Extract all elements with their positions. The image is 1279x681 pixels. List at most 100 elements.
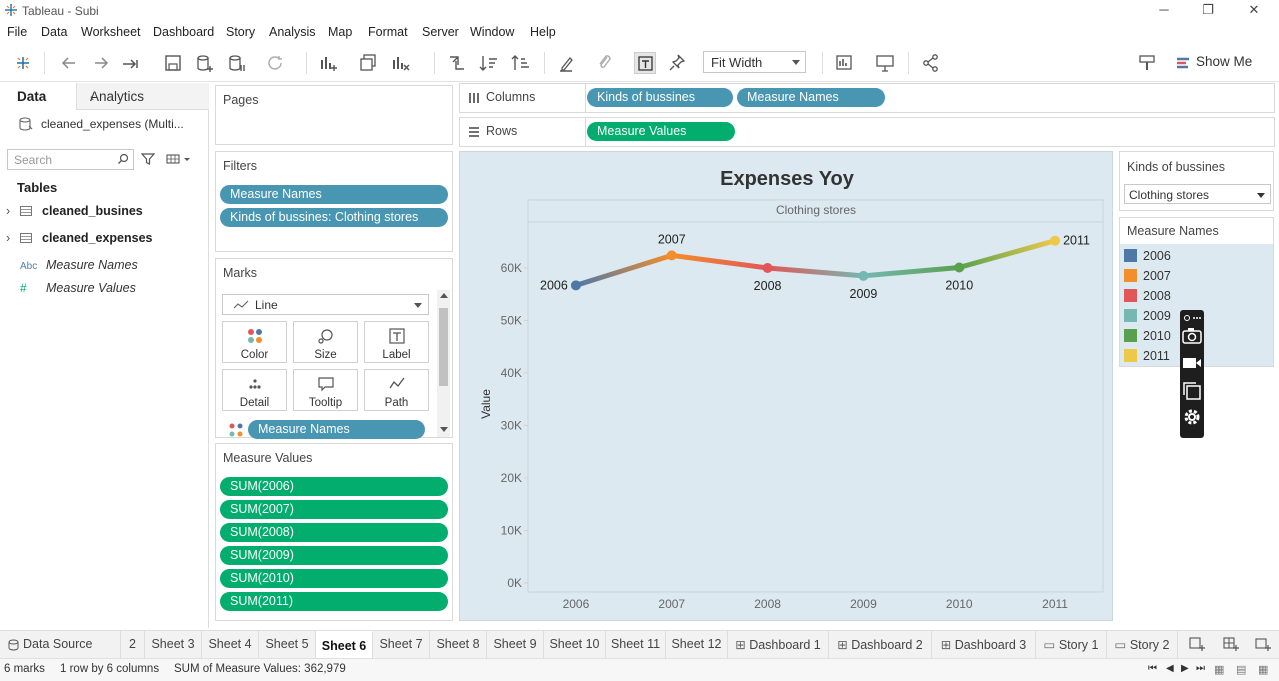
tab-dashboard-3[interactable]: ⊞ Dashboard 3 [932, 631, 1036, 658]
group-members-icon[interactable] [594, 52, 616, 74]
columns-pill-measure-names[interactable]: Measure Names [737, 88, 885, 107]
tab-sheet-2[interactable]: 2 [121, 631, 145, 658]
menu-analysis[interactable]: Analysis [269, 25, 316, 39]
chevron-right-icon[interactable]: › [6, 231, 18, 245]
redo-icon[interactable] [90, 52, 112, 74]
new-worksheet-icon[interactable] [318, 52, 340, 74]
fix-axes-icon[interactable] [666, 52, 688, 74]
legend-item-2011[interactable]: 2011 [1124, 349, 1170, 363]
filter-icon[interactable] [141, 152, 155, 166]
marks-label-button[interactable]: Label [364, 321, 429, 363]
measure-pill[interactable]: SUM(2006) [220, 477, 448, 496]
search-input[interactable]: Search [7, 149, 134, 170]
pause-updates-icon[interactable] [226, 52, 248, 74]
tab-sheet-11[interactable]: Sheet 11 [606, 631, 666, 658]
tab-sheet-6[interactable]: Sheet 6 [316, 631, 373, 659]
previous-sheet-icon[interactable]: ◀ [1166, 663, 1174, 674]
chevron-down-icon[interactable] [440, 427, 448, 432]
datasource-name[interactable]: cleaned_expenses (Multi... [41, 117, 184, 131]
new-datasource-icon[interactable] [194, 52, 216, 74]
scroll-thumb[interactable] [439, 308, 448, 386]
tab-sheet-8[interactable]: Sheet 8 [430, 631, 487, 658]
menu-data[interactable]: Data [41, 25, 67, 39]
filter-pill-kinds-of-bussines[interactable]: Kinds of bussines: Clothing stores [220, 208, 448, 227]
new-worksheet-button[interactable] [1182, 631, 1212, 658]
show-cards-icon[interactable] [834, 52, 856, 74]
refresh-icon[interactable] [264, 52, 286, 74]
marks-tooltip-button[interactable]: Tooltip [293, 369, 358, 411]
measure-pill[interactable]: SUM(2009) [220, 546, 448, 565]
line-segment[interactable] [956, 238, 1058, 270]
show-me-icon[interactable] [1172, 52, 1189, 74]
tab-data-source[interactable]: Data Source [0, 631, 121, 658]
sort-descending-icon[interactable] [510, 52, 532, 74]
chevron-up-icon[interactable] [440, 293, 448, 298]
duplicate-sheet-icon[interactable] [358, 52, 380, 74]
menu-server[interactable]: Server [422, 25, 459, 39]
chevron-right-icon[interactable]: › [6, 204, 18, 218]
line-segment[interactable] [860, 264, 962, 279]
tab-sheet-5[interactable]: Sheet 5 [259, 631, 316, 658]
tab-sheet-12[interactable]: Sheet 12 [666, 631, 728, 658]
columns-pill-kinds-of-bussines[interactable]: Kinds of bussines [587, 88, 733, 107]
replay-icon[interactable] [120, 52, 142, 74]
field-measure-values[interactable]: # Measure Values [20, 281, 136, 295]
columns-shelf[interactable]: Columns Kinds of bussines Measure Names [459, 83, 1275, 113]
data-point[interactable] [570, 280, 581, 291]
highlight-icon[interactable] [556, 52, 578, 74]
menu-story[interactable]: Story [226, 25, 255, 39]
marks-pill-measure-names[interactable]: Measure Names [248, 420, 425, 439]
tab-sheet-9[interactable]: Sheet 9 [487, 631, 544, 658]
menu-file[interactable]: File [7, 25, 27, 39]
tab-story-1[interactable]: ▭ Story 1 [1036, 631, 1107, 658]
film-strip-icon[interactable]: ▦ [1214, 663, 1224, 676]
legend-item-2008[interactable]: 2008 [1124, 289, 1171, 303]
tab-dashboard-1[interactable]: ⊞ Dashboard 1 [728, 631, 829, 658]
window-capture-icon[interactable] [1182, 381, 1202, 401]
undo-icon[interactable] [58, 52, 80, 74]
marks-size-button[interactable]: Size [293, 321, 358, 363]
last-sheet-icon[interactable]: ⏭ [1196, 663, 1205, 674]
gear-icon[interactable] [1182, 407, 1202, 427]
worksheet-view[interactable]: Expenses Yoy Clothing stores Value 0K 10K… [459, 151, 1113, 621]
tab-data[interactable]: Data [0, 83, 76, 110]
swap-icon[interactable] [446, 52, 468, 74]
view-options-icon[interactable] [166, 153, 190, 165]
data-point[interactable] [954, 262, 965, 273]
next-sheet-icon[interactable]: ▶ [1181, 663, 1189, 674]
tab-sheet-4[interactable]: Sheet 4 [202, 631, 259, 658]
tableau-home-icon[interactable] [12, 52, 34, 74]
data-point[interactable] [1050, 235, 1061, 246]
data-point[interactable] [858, 270, 869, 281]
marks-detail-button[interactable]: Detail [222, 369, 287, 411]
data-point[interactable] [666, 250, 677, 261]
data-point[interactable] [762, 263, 773, 273]
video-icon[interactable] [1182, 355, 1202, 371]
marks-path-button[interactable]: Path [364, 369, 429, 411]
new-story-button[interactable] [1248, 631, 1278, 658]
close-icon[interactable]: ✕ [1244, 2, 1264, 18]
more-icon[interactable] [1183, 313, 1201, 323]
minimize-icon[interactable]: ─ [1154, 2, 1174, 17]
measure-pill[interactable]: SUM(2007) [220, 500, 448, 519]
new-dashboard-button[interactable] [1216, 631, 1246, 658]
tab-story-2[interactable]: ▭ Story 2 [1107, 631, 1178, 658]
rows-shelf[interactable]: Rows Measure Values [459, 117, 1275, 147]
tab-sheet-3[interactable]: Sheet 3 [145, 631, 202, 658]
save-icon[interactable] [162, 52, 184, 74]
measure-pill[interactable]: SUM(2010) [220, 569, 448, 588]
restore-icon[interactable]: ❐ [1198, 2, 1218, 18]
tab-dashboard-2[interactable]: ⊞ Dashboard 2 [829, 631, 932, 658]
line-segment[interactable] [765, 265, 866, 279]
clear-sheet-icon[interactable] [390, 52, 412, 74]
fit-width-dropdown[interactable]: Fit Width [703, 51, 806, 73]
show-labels-icon[interactable] [634, 52, 656, 74]
marks-color-button[interactable]: Color [222, 321, 287, 363]
line-segment[interactable] [573, 252, 675, 288]
field-measure-names[interactable]: Abc Measure Names [20, 258, 138, 272]
filter-pill-measure-names[interactable]: Measure Names [220, 185, 448, 204]
tab-sheet-10[interactable]: Sheet 10 [544, 631, 606, 658]
rows-pill-measure-values[interactable]: Measure Values [587, 122, 735, 141]
tab-sheet-7[interactable]: Sheet 7 [373, 631, 430, 658]
legend-item-2007[interactable]: 2007 [1124, 269, 1171, 283]
